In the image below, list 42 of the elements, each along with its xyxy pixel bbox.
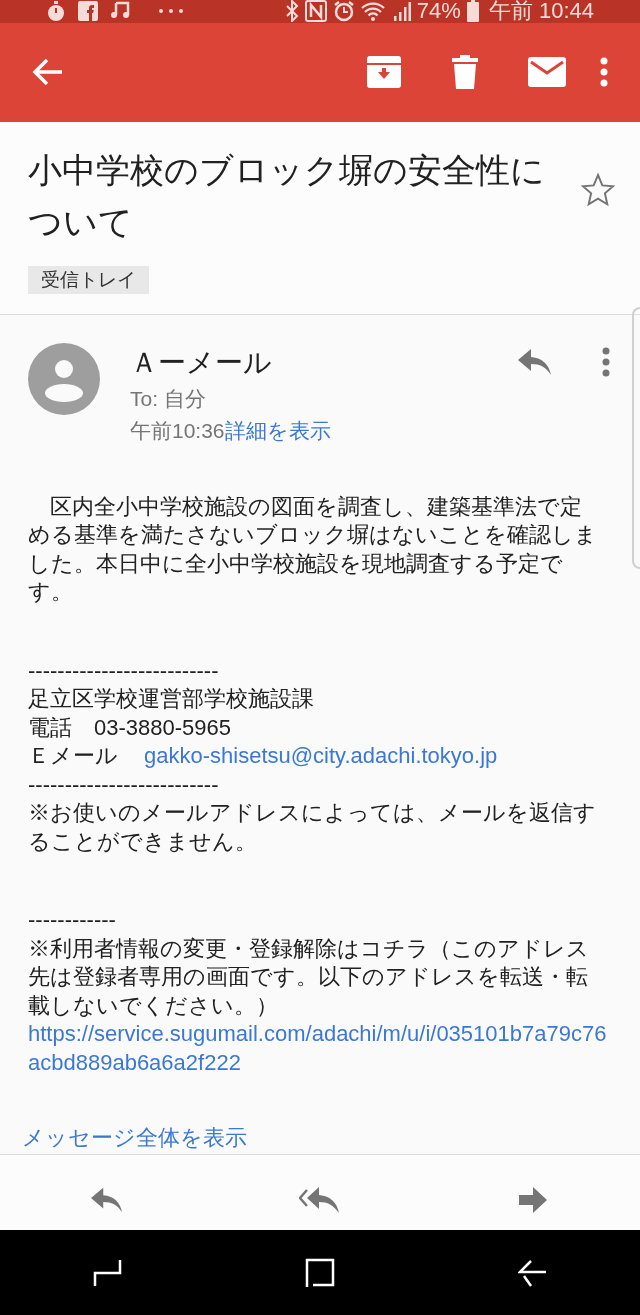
battery-icon	[466, 0, 479, 23]
body-text: 電話 03-3880-5965	[28, 714, 231, 740]
email-label: Ｅメール	[28, 742, 118, 770]
recipient: To: 自分	[130, 385, 207, 412]
body-text: ------------	[28, 907, 116, 932]
email-subject: 小中学校のブロック塀の安全性について	[28, 149, 546, 243]
battery-percent: 74%	[416, 0, 461, 23]
reply-all-action-button[interactable]	[299, 1187, 341, 1213]
url-link[interactable]: https://service.sugumail.com/adachi/m/u/i/035101b7a79c76acbd889ab6a6a2f222	[28, 1020, 614, 1077]
recent-apps-button[interactable]	[91, 1257, 122, 1288]
alarm-clock-icon	[332, 0, 355, 23]
wifi-icon	[360, 1, 387, 22]
archive-button[interactable]	[366, 55, 402, 89]
delete-button[interactable]	[452, 55, 478, 89]
signal-icon	[392, 1, 411, 22]
sender-name: Ａーメール	[130, 345, 273, 380]
status-time: 午前 10:44	[488, 0, 594, 23]
body-paragraph: 区内全小中学校施設の図面を調査し、建築基準法で定める基準を満たさないブロック塀はないことを確認しました。本日中に全小中学校施設を現地調査する予定です。	[28, 492, 598, 606]
reply-action-button[interactable]	[90, 1187, 123, 1213]
show-full-message-link[interactable]: メッセージ全体を表示	[22, 1125, 247, 1150]
back-nav-button[interactable]	[518, 1257, 549, 1288]
body-text: --------------------------	[28, 771, 219, 797]
body-paragraph: ※利用者情報の変更・登録解除はコチラ（このアドレス先は登録者専用の画面です。以下のアドレスを転送・転載しないでください。）	[28, 934, 590, 1020]
inbox-label: 受信トレイ	[28, 265, 149, 294]
star-icon[interactable]	[580, 171, 616, 208]
bluetooth-icon	[284, 0, 299, 23]
mail-button[interactable]	[528, 57, 566, 87]
home-button[interactable]	[305, 1257, 335, 1288]
received-time: 午前10:36	[130, 417, 225, 444]
more-options-button[interactable]	[600, 57, 608, 87]
avatar-icon	[28, 342, 100, 415]
back-button[interactable]	[32, 58, 64, 86]
reply-button[interactable]	[518, 348, 552, 375]
details-link[interactable]: 詳細を表示	[224, 414, 331, 447]
message-options-button[interactable]	[602, 346, 610, 377]
forward-action-button[interactable]	[519, 1187, 548, 1213]
nfc-icon	[304, 0, 327, 23]
email-link[interactable]: gakko-shisetsu@city.adachi.tokyo.jp	[144, 742, 498, 771]
body-text: 足立区学校運営部学校施設課	[28, 686, 314, 711]
body-paragraph: ※お使いのメールアドレスによっては、メールを返信することができません。	[28, 799, 597, 856]
more-notifications-icon	[158, 8, 184, 15]
body-text: --------------------------	[28, 657, 219, 683]
